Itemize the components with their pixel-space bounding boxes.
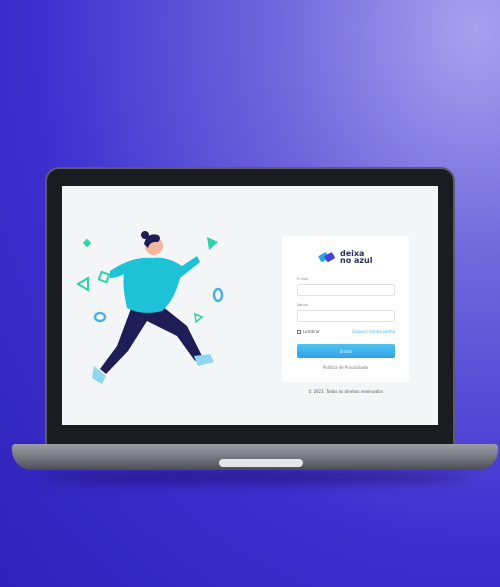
remember-label: Lembrar [303,329,320,334]
submit-button[interactable]: Entrar [297,344,395,358]
copyright-text: © 2022. Todos os direitos reservados [308,389,383,394]
login-card: deixa no azul E-mail Senha Lembrar Esquec… [282,236,409,382]
ring-shape [93,311,107,323]
logo-text-line2: no azul [340,256,373,265]
email-field[interactable] [297,284,395,296]
triangle-outline-shape [194,312,204,324]
ring-shape [212,287,224,303]
brand-logo: deixa no azul [318,250,373,265]
forgot-password-link[interactable]: Esqueci minha senha [352,329,395,334]
laptop-notch [219,459,303,467]
diamond-shape [82,238,92,248]
password-label: Senha [297,303,308,307]
running-person-illustration [76,231,224,384]
checkbox-icon [297,329,301,334]
laptop-shadow [40,470,470,484]
ring-shape [97,270,111,284]
password-field[interactable] [297,310,395,322]
remember-checkbox[interactable]: Lembrar [297,329,320,334]
email-label: E-mail [297,277,308,281]
triangle-outline-shape [76,276,89,292]
logo-icon [318,252,335,262]
triangle-shape [207,237,218,250]
privacy-policy-link[interactable]: Política de Privacidade [282,365,409,370]
